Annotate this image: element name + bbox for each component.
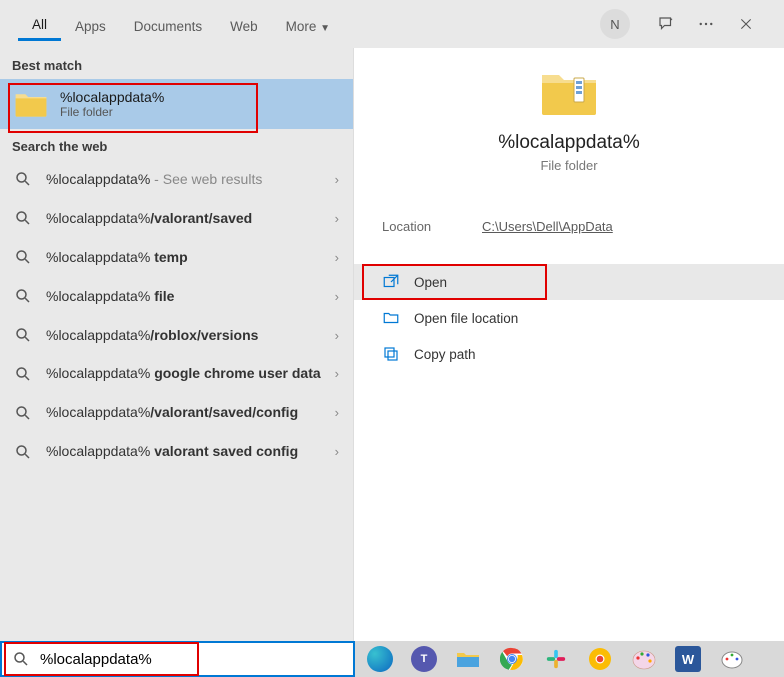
chevron-right-icon[interactable]: ›: [335, 366, 339, 381]
chrome-canary-icon[interactable]: [587, 646, 613, 672]
word-icon[interactable]: W: [675, 646, 701, 672]
copy-icon: [382, 345, 400, 363]
web-result[interactable]: %localappdata%/valorant/saved ›: [0, 199, 353, 238]
search-icon: [12, 650, 30, 668]
search-icon: [14, 209, 32, 227]
search-icon: [14, 287, 32, 305]
web-result[interactable]: %localappdata% google chrome user data ›: [0, 354, 353, 393]
explorer-icon[interactable]: [455, 646, 481, 672]
web-result-text: %localappdata% - See web results: [46, 170, 327, 189]
paint-palette-icon[interactable]: [631, 646, 657, 672]
edge-icon[interactable]: [367, 646, 393, 672]
search-box[interactable]: [0, 641, 355, 677]
action-copy-path[interactable]: Copy path: [354, 336, 784, 372]
chevron-right-icon[interactable]: ›: [335, 172, 339, 187]
search-input[interactable]: [40, 651, 343, 668]
web-result[interactable]: %localappdata%/roblox/versions ›: [0, 316, 353, 355]
preview-subtitle: File folder: [354, 158, 784, 173]
chevron-right-icon[interactable]: ›: [335, 250, 339, 265]
location-link[interactable]: C:\Users\Dell\AppData: [482, 219, 613, 234]
user-avatar[interactable]: N: [600, 9, 630, 39]
web-result-text: %localappdata% valorant saved config: [46, 442, 327, 461]
header-tabs: All Apps Documents Web More ▼ N: [0, 0, 784, 48]
chevron-right-icon[interactable]: ›: [335, 289, 339, 304]
web-result-text: %localappdata%/valorant/saved: [46, 209, 327, 228]
search-icon: [14, 365, 32, 383]
search-icon: [14, 170, 32, 188]
folder-open-icon: [382, 309, 400, 327]
best-match-result[interactable]: %localappdata% File folder: [0, 79, 353, 129]
results-panel: Best match %localappdata% File folder Se…: [0, 48, 353, 641]
action-label: Open file location: [414, 311, 518, 326]
search-icon: [14, 326, 32, 344]
tab-all[interactable]: All: [18, 7, 61, 41]
paint-app-icon[interactable]: [719, 646, 745, 672]
search-icon: [14, 404, 32, 422]
action-label: Open: [414, 275, 447, 290]
open-icon: [382, 273, 400, 291]
search-icon: [14, 248, 32, 266]
more-options-icon[interactable]: [696, 14, 716, 34]
web-result[interactable]: %localappdata% valorant saved config ›: [0, 432, 353, 471]
web-result-text: %localappdata% file: [46, 287, 327, 306]
chevron-down-icon: ▼: [320, 23, 330, 34]
chevron-right-icon[interactable]: ›: [335, 405, 339, 420]
web-result-text: %localappdata% google chrome user data: [46, 364, 327, 383]
tab-apps[interactable]: Apps: [61, 9, 120, 40]
search-icon: [14, 443, 32, 461]
location-label: Location: [382, 219, 482, 234]
best-match-subtitle: File folder: [60, 105, 164, 119]
chevron-right-icon[interactable]: ›: [335, 328, 339, 343]
folder-large-icon: [539, 68, 599, 118]
chrome-icon[interactable]: [499, 646, 525, 672]
slack-icon[interactable]: [543, 646, 569, 672]
search-web-heading: Search the web: [0, 129, 353, 160]
close-icon[interactable]: [736, 14, 756, 34]
tab-more[interactable]: More ▼: [272, 9, 344, 40]
preview-panel: %localappdata% File folder Location C:\U…: [353, 48, 784, 641]
taskbar: T W: [0, 641, 784, 677]
web-result[interactable]: %localappdata% - See web results ›: [0, 160, 353, 199]
web-result[interactable]: %localappdata% file ›: [0, 277, 353, 316]
best-match-title: %localappdata%: [60, 89, 164, 105]
web-result[interactable]: %localappdata% temp ›: [0, 238, 353, 277]
web-result-text: %localappdata%/valorant/saved/config: [46, 403, 327, 422]
taskbar-tray: T W: [355, 641, 784, 677]
preview-title: %localappdata%: [354, 132, 784, 154]
chevron-right-icon[interactable]: ›: [335, 211, 339, 226]
action-open[interactable]: Open: [354, 264, 784, 300]
actions-list: Open Open file location Copy path: [354, 264, 784, 372]
folder-icon: [14, 90, 48, 118]
teams-icon[interactable]: T: [411, 646, 437, 672]
best-match-heading: Best match: [0, 48, 353, 79]
action-open-file-location[interactable]: Open file location: [354, 300, 784, 336]
feedback-icon[interactable]: [656, 14, 676, 34]
tab-web[interactable]: Web: [216, 9, 272, 40]
action-label: Copy path: [414, 347, 476, 362]
web-result-text: %localappdata% temp: [46, 248, 327, 267]
chevron-right-icon[interactable]: ›: [335, 444, 339, 459]
web-result-text: %localappdata%/roblox/versions: [46, 326, 327, 345]
tab-documents[interactable]: Documents: [120, 9, 216, 40]
web-result[interactable]: %localappdata%/valorant/saved/config ›: [0, 393, 353, 432]
